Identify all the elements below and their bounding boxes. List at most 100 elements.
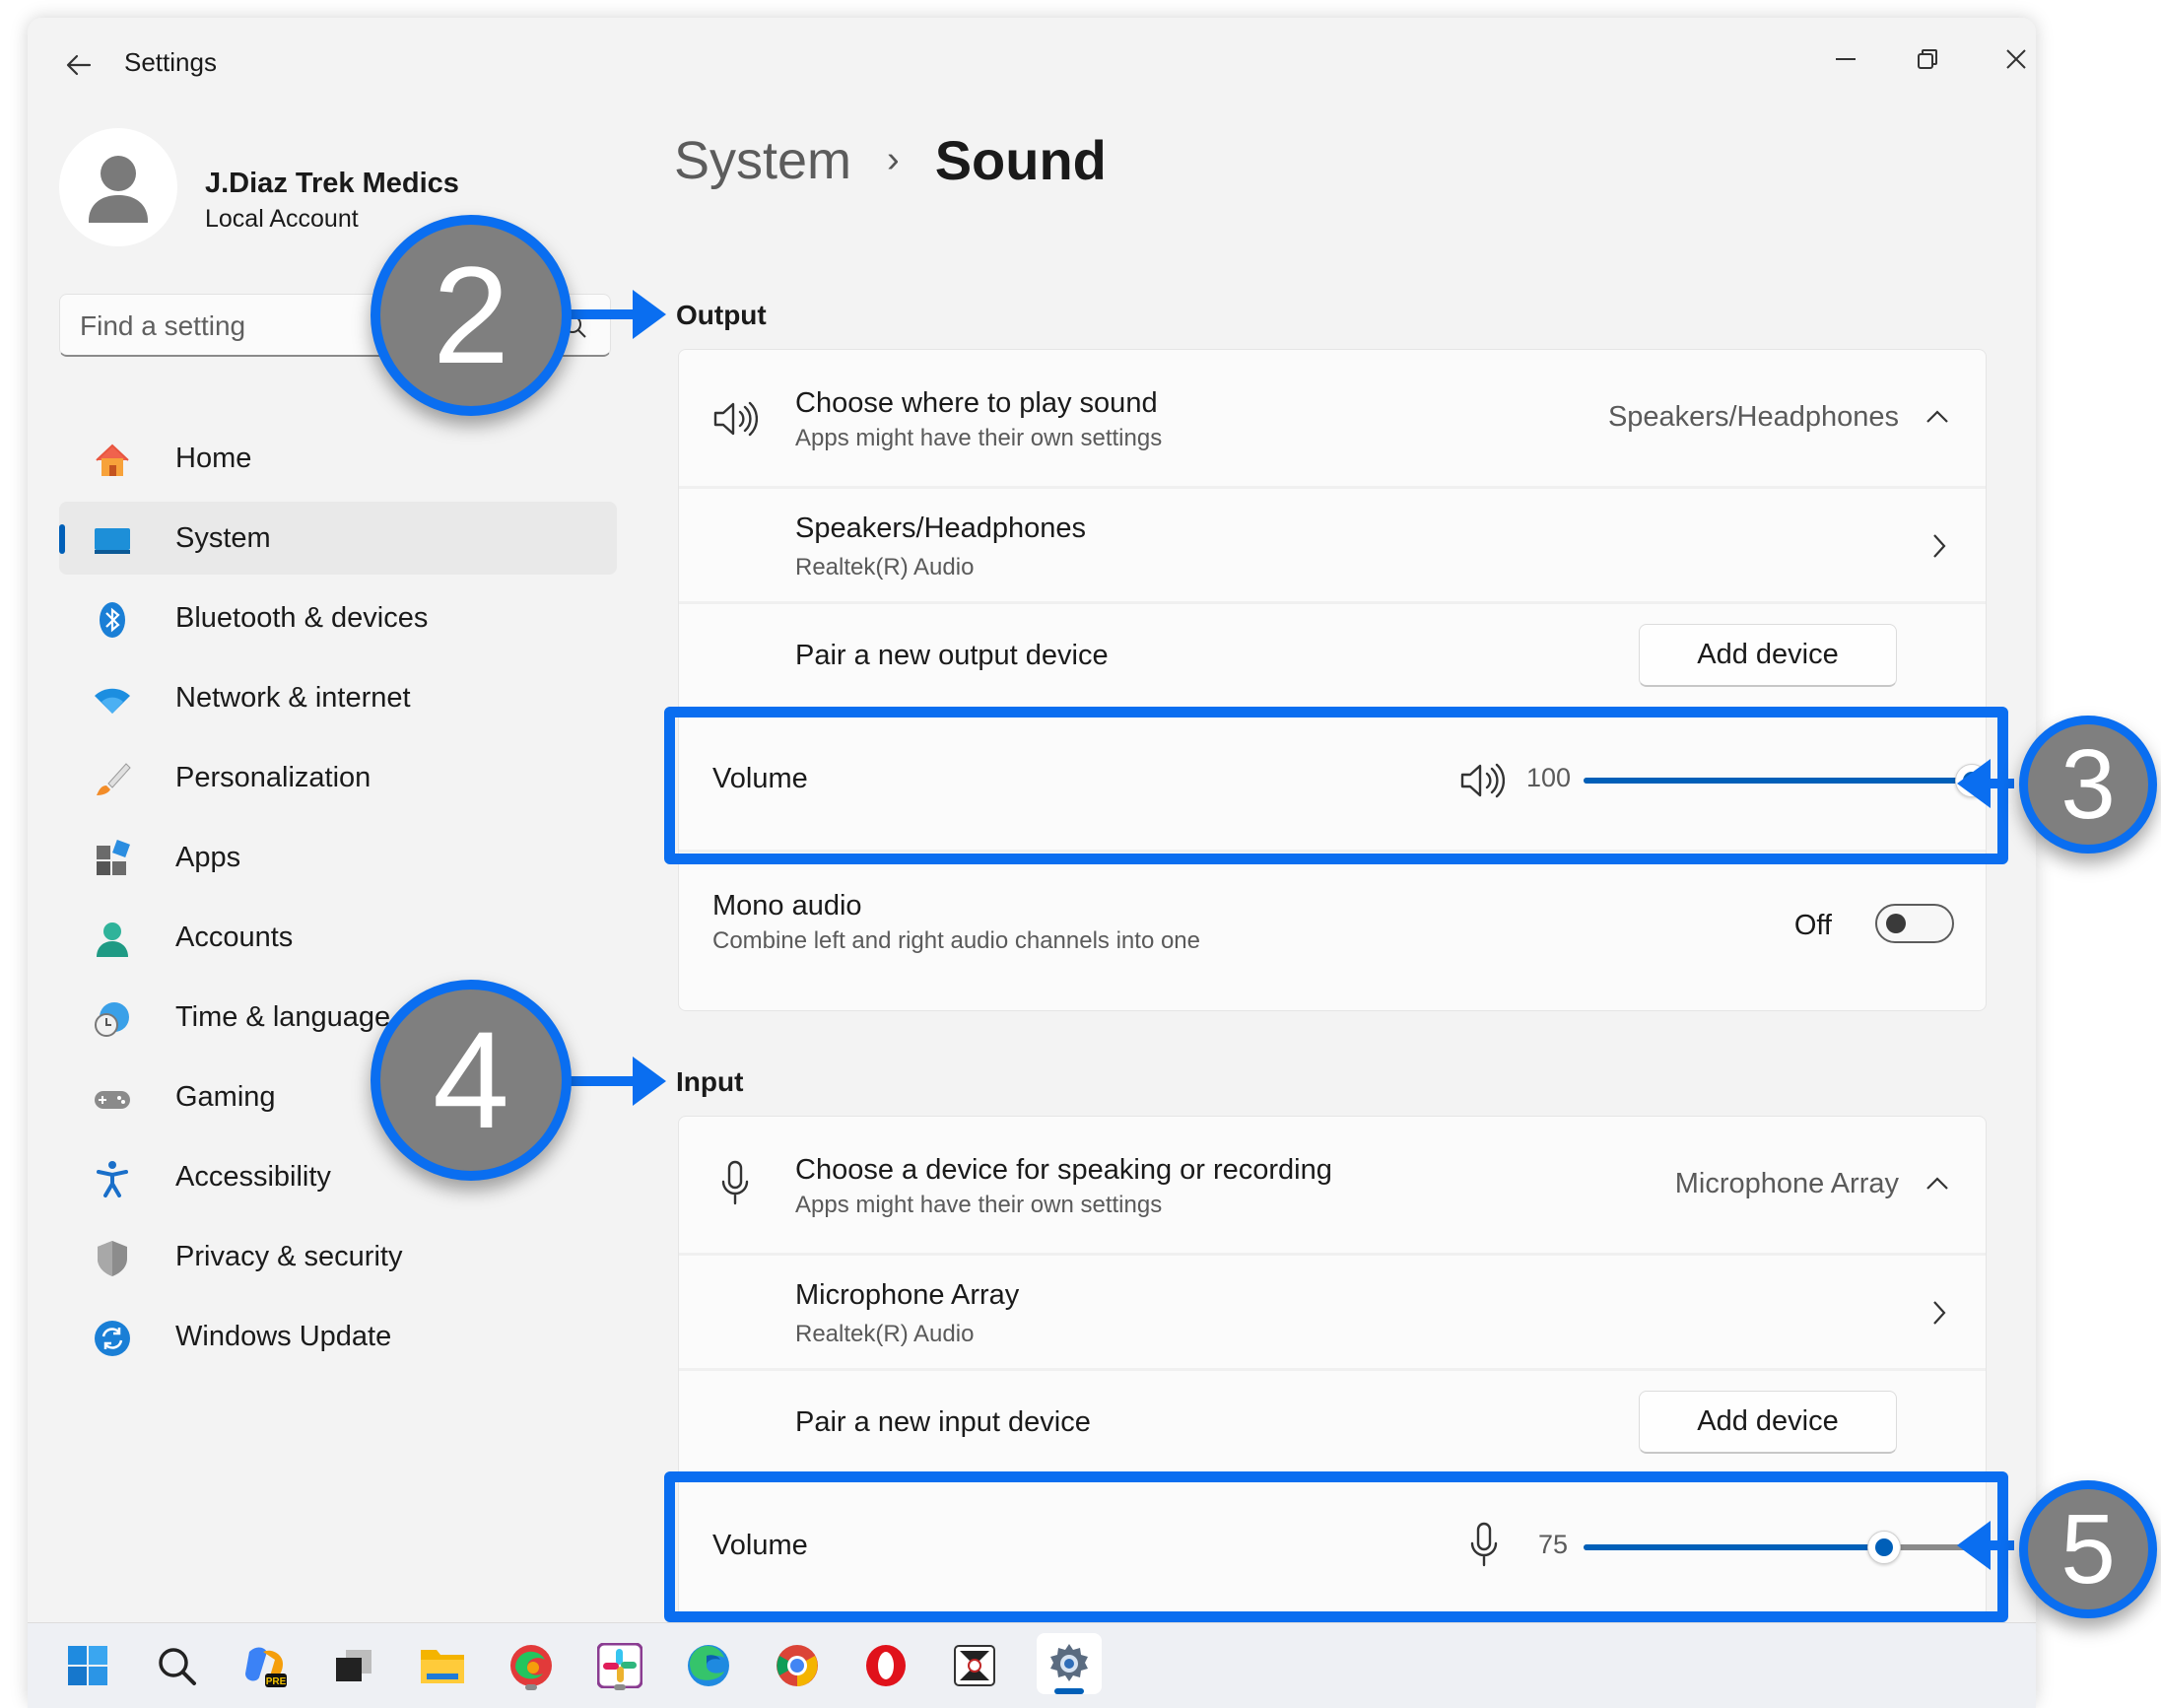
sidebar-item-system[interactable]: System <box>59 502 617 575</box>
sidebar-item-privacy[interactable]: Privacy & security <box>59 1220 617 1293</box>
system-icon <box>95 528 130 554</box>
choose-input-title: Choose a device for speaking or recordin… <box>795 1154 1332 1186</box>
sidebar-item-label: Gaming <box>175 1080 276 1113</box>
sidebar-item-label: Personalization <box>175 761 371 793</box>
user-name: J.Diaz Trek Medics <box>205 168 459 199</box>
sidebar-item-label: Accounts <box>175 921 294 953</box>
pair-input-row: Pair a new input device Add device <box>679 1371 1986 1473</box>
update-icon <box>95 1321 130 1356</box>
person-icon <box>97 922 128 957</box>
settings-taskbar-button[interactable] <box>1037 1633 1102 1694</box>
microphone-icon <box>721 1160 749 1205</box>
chrome-icon[interactable] <box>771 1639 824 1692</box>
task-view-icon[interactable] <box>327 1639 380 1692</box>
chevron-up-icon[interactable] <box>1925 407 1950 427</box>
pair-input-label: Pair a new input device <box>795 1406 1091 1438</box>
sidebar-item-windows-update[interactable]: Windows Update <box>59 1300 617 1373</box>
sidebar-item-network[interactable]: Network & internet <box>59 661 617 734</box>
choose-output-title: Choose where to play sound <box>795 387 1158 419</box>
mono-audio-toggle[interactable] <box>1875 904 1954 943</box>
edge-canary-icon[interactable] <box>505 1639 558 1692</box>
output-card: Choose where to play sound Apps might ha… <box>678 349 1989 1011</box>
breadcrumb-separator: › <box>887 139 900 180</box>
opera-icon[interactable] <box>859 1639 912 1692</box>
accessibility-icon <box>97 1161 128 1197</box>
minimize-button[interactable] <box>1811 32 1880 87</box>
choose-output-row[interactable]: Choose where to play sound Apps might ha… <box>679 350 1986 486</box>
sidebar-item-label: Windows Update <box>175 1320 392 1352</box>
input-device-row[interactable]: Microphone Array Realtek(R) Audio <box>679 1256 1986 1368</box>
restore-icon <box>1918 49 1937 69</box>
bluetooth-icon <box>100 602 125 638</box>
sidebar-item-accounts[interactable]: Accounts <box>59 901 617 974</box>
app-title: Settings <box>124 47 217 77</box>
choose-input-value: Microphone Array <box>1674 1168 1899 1199</box>
callout-3-arrow <box>1985 779 2014 788</box>
user-avatar-icon <box>89 156 148 223</box>
sidebar-item-personalization[interactable]: Personalization <box>59 741 617 814</box>
pair-output-row: Pair a new output device Add device <box>679 604 1986 707</box>
page-title: Sound <box>934 129 1107 191</box>
copilot-icon[interactable]: PRE <box>238 1639 292 1692</box>
edge-icon[interactable] <box>682 1639 735 1692</box>
mono-audio-title: Mono audio <box>712 890 862 922</box>
close-icon <box>2006 49 2026 69</box>
sidebar-item-home[interactable]: Home <box>59 422 617 495</box>
sidebar-item-label: Time & language <box>175 1000 391 1033</box>
pair-output-label: Pair a new output device <box>795 640 1109 671</box>
choose-output-value: Speakers/Headphones <box>1607 401 1899 433</box>
breadcrumb-parent[interactable]: System <box>674 130 851 191</box>
sidebar-item-label: System <box>175 521 271 554</box>
windows-start-icon[interactable] <box>61 1639 114 1692</box>
app-icon[interactable] <box>948 1639 1001 1692</box>
globe-clock-icon <box>95 1002 129 1037</box>
add-output-device-button[interactable]: Add device <box>1639 624 1897 687</box>
callout-5: 5 <box>2019 1480 2157 1618</box>
sidebar-item-label: Home <box>175 442 252 474</box>
slack-icon[interactable] <box>593 1639 646 1692</box>
breadcrumb: System › Sound <box>674 128 1107 192</box>
callout-5-arrow <box>1985 1540 2014 1550</box>
search-icon[interactable] <box>150 1639 203 1692</box>
title-bar: Settings <box>28 18 2036 102</box>
choose-input-subtitle: Apps might have their own settings <box>795 1192 1163 1218</box>
restore-button[interactable] <box>1893 32 1962 87</box>
input-device-driver: Realtek(R) Audio <box>795 1321 975 1347</box>
running-indicator <box>525 1684 537 1690</box>
sidebar-item-label: Bluetooth & devices <box>175 601 429 634</box>
sidebar-item-label: Accessibility <box>175 1160 331 1193</box>
settings-icon <box>1050 1644 1088 1681</box>
chevron-up-icon[interactable] <box>1925 1174 1950 1194</box>
choose-input-row[interactable]: Choose a device for speaking or recordin… <box>679 1117 1986 1253</box>
input-section-title: Input <box>676 1066 744 1097</box>
callout-4: 4 <box>371 980 572 1181</box>
gamepad-icon <box>95 1091 130 1109</box>
avatar <box>59 128 177 246</box>
file-explorer-icon[interactable] <box>416 1639 469 1692</box>
account-type: Local Account <box>205 205 359 233</box>
running-indicator <box>614 1684 626 1690</box>
mono-audio-state: Off <box>1793 910 1832 941</box>
back-arrow-icon <box>66 54 92 76</box>
sidebar-nav: Home System Bluetooth & devices Network … <box>59 422 617 1380</box>
sidebar-item-label: Privacy & security <box>175 1240 403 1272</box>
output-section-title: Output <box>676 300 767 330</box>
add-input-device-button[interactable]: Add device <box>1639 1391 1897 1454</box>
output-device-row[interactable]: Speakers/Headphones Realtek(R) Audio <box>679 489 1986 601</box>
sidebar-item-bluetooth[interactable]: Bluetooth & devices <box>59 581 617 654</box>
svg-text:PRE: PRE <box>266 1676 287 1687</box>
mono-audio-subtitle: Combine left and right audio channels in… <box>712 927 1200 954</box>
sidebar-item-label: Apps <box>175 841 241 873</box>
chevron-right-icon <box>1933 534 1946 558</box>
sidebar-item-apps[interactable]: Apps <box>59 821 617 894</box>
apps-icon <box>97 840 130 875</box>
back-button[interactable] <box>55 41 102 89</box>
minimize-icon <box>1836 58 1856 60</box>
input-volume-highlight <box>664 1471 2008 1622</box>
callout-3: 3 <box>2019 716 2157 854</box>
callout-2-arrow <box>562 290 666 339</box>
sidebar-item-label: Network & internet <box>175 681 411 714</box>
choose-output-subtitle: Apps might have their own settings <box>795 425 1163 451</box>
close-button[interactable] <box>1982 32 2036 87</box>
active-indicator <box>1054 1688 1084 1694</box>
